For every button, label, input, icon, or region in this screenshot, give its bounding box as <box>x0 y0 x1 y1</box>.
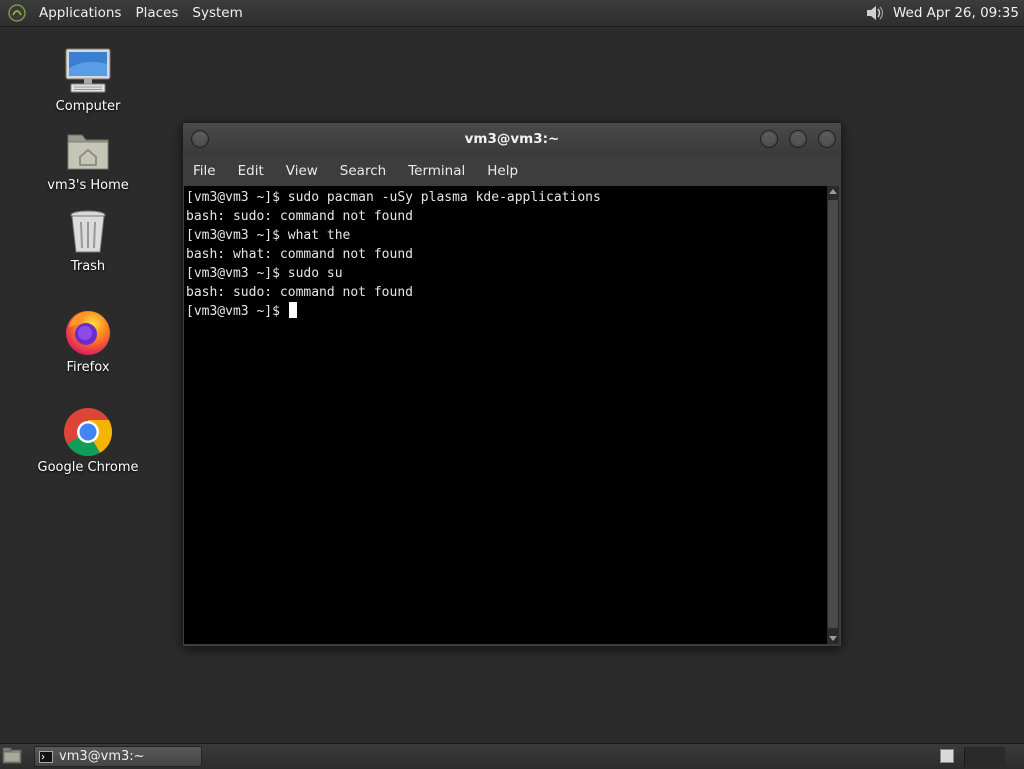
terminal-line: bash: what: command not found <box>186 247 413 262</box>
close-button[interactable] <box>818 130 836 148</box>
terminal-menubar: File Edit View Search Terminal Help <box>183 157 841 185</box>
clock[interactable]: Wed Apr 26, 09:35 <box>893 5 1024 21</box>
terminal-window: vm3@vm3:~ File Edit View Search Terminal… <box>182 122 842 647</box>
desktop-icon-home[interactable]: vm3's Home <box>28 127 148 193</box>
terminal-app-icon <box>39 750 53 763</box>
menu-search[interactable]: Search <box>329 163 397 179</box>
text-cursor <box>288 302 297 318</box>
terminal-output[interactable]: [vm3@vm3 ~]$ sudo pacman -uSy plasma kde… <box>184 186 827 644</box>
home-folder-icon <box>67 134 109 170</box>
terminal-line: [vm3@vm3 ~]$ sudo pacman -uSy plasma kde… <box>186 190 601 205</box>
bottom-panel: vm3@vm3:~ <box>0 743 1024 769</box>
scroll-down-arrow-icon[interactable] <box>829 636 837 641</box>
menu-edit[interactable]: Edit <box>227 163 275 179</box>
desktop-icon-label: vm3's Home <box>47 178 129 193</box>
show-desktop-icon[interactable] <box>2 747 22 765</box>
places-menu[interactable]: Places <box>128 5 185 21</box>
terminal-line: [vm3@vm3 ~]$ what the <box>186 228 351 243</box>
applications-menu[interactable]: Applications <box>32 5 128 21</box>
scroll-up-arrow-icon[interactable] <box>829 189 837 194</box>
desktop-icon-chrome[interactable]: Google Chrome <box>28 407 148 475</box>
trash-icon <box>70 210 106 253</box>
terminal-line: bash: sudo: command not found <box>186 209 413 224</box>
taskbar-terminal-label: vm3@vm3:~ <box>59 749 145 764</box>
terminal-prompt: [vm3@vm3 ~]$ <box>186 304 288 319</box>
system-menu[interactable]: System <box>185 5 249 21</box>
scrollbar-thumb[interactable] <box>828 200 838 628</box>
desktop-icon-trash[interactable]: Trash <box>28 208 148 274</box>
firefox-icon <box>66 311 110 355</box>
maximize-button[interactable] <box>789 130 807 148</box>
top-panel: Applications Places System Wed Apr 26, 0… <box>0 0 1024 27</box>
terminal-scrollbar[interactable] <box>827 186 839 644</box>
menu-terminal[interactable]: Terminal <box>397 163 476 179</box>
window-titlebar[interactable]: vm3@vm3:~ <box>183 123 841 155</box>
terminal-prompt-line[interactable]: [vm3@vm3 ~]$ <box>186 302 827 321</box>
speaker-icon[interactable] <box>863 2 885 24</box>
menu-help[interactable]: Help <box>476 163 529 179</box>
terminal-line: [vm3@vm3 ~]$ sudo su <box>186 266 343 281</box>
desktop-icon-label: Firefox <box>66 360 110 375</box>
chrome-icon <box>64 408 113 457</box>
desktop-icon-computer[interactable]: Computer <box>28 46 148 114</box>
desktop-icon-label: Trash <box>70 259 106 274</box>
menu-view[interactable]: View <box>275 163 329 179</box>
terminal-line: bash: sudo: command not found <box>186 285 413 300</box>
desktop-icon-label: Google Chrome <box>37 460 139 475</box>
minimize-button[interactable] <box>760 130 778 148</box>
desktop-icon-firefox[interactable]: Firefox <box>28 307 148 375</box>
workspace-1[interactable] <box>940 749 954 763</box>
menu-logo-icon[interactable] <box>8 4 26 22</box>
window-title: vm3@vm3:~ <box>464 131 560 147</box>
menu-file[interactable]: File <box>183 163 227 179</box>
workspace-2[interactable] <box>964 747 1005 767</box>
desktop-icon-label: Computer <box>55 99 121 114</box>
computer-icon <box>65 48 111 93</box>
taskbar-terminal-button[interactable]: vm3@vm3:~ <box>34 746 202 767</box>
